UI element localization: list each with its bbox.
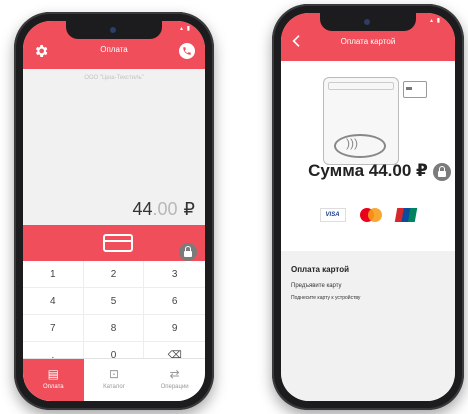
status-icons: ▴ ▮ xyxy=(180,26,191,32)
amount-decimal: .00 xyxy=(152,199,178,219)
currency-symbol: ₽ xyxy=(183,199,195,219)
phone-right: ▴ ▮ Оплата картой ))) Сумма 44.00 ₽ VISA… xyxy=(272,4,464,410)
key-6[interactable]: 6 xyxy=(144,288,205,315)
key-7[interactable]: 7 xyxy=(23,315,84,342)
lock-icon xyxy=(179,243,197,261)
amount-integer: 44 xyxy=(132,199,153,219)
bottom-tab-bar: ▤ Оплата ⊡ Каталог ⇄ Операции xyxy=(23,358,205,401)
payment-content: ))) Сумма 44.00 ₽ VISA xyxy=(281,61,455,251)
key-1[interactable]: 1 xyxy=(23,261,84,288)
tab-operations[interactable]: ⇄ Операции xyxy=(144,359,205,401)
notch xyxy=(66,21,162,39)
mastercard-logo xyxy=(360,207,382,222)
key-8[interactable]: 8 xyxy=(83,315,145,342)
right-screen: ▴ ▮ Оплата картой ))) Сумма 44.00 ₽ VISA… xyxy=(281,13,455,401)
card-payment-button[interactable] xyxy=(23,225,205,261)
payment-sum: Сумма 44.00 ₽ xyxy=(308,161,428,180)
contactless-pad xyxy=(334,134,386,158)
tab-label: Каталог xyxy=(103,384,125,390)
tab-payment[interactable]: ▤ Оплата xyxy=(23,359,84,401)
page-title: Оплата картой xyxy=(340,37,396,46)
card-icon xyxy=(103,234,133,252)
tab-label: Оплата xyxy=(43,384,64,390)
left-screen: ▴ ▮ Оплата ООО "Цеш-Текстиль" 44.00 ₽ 1 2… xyxy=(23,21,205,401)
card-icon xyxy=(403,81,427,98)
payment-systems-logos: VISA xyxy=(281,206,455,222)
notch xyxy=(320,13,416,31)
visa-logo: VISA xyxy=(319,207,346,222)
key-3[interactable]: 3 xyxy=(144,261,205,288)
camera xyxy=(110,27,116,33)
tab-catalog[interactable]: ⊡ Каталог xyxy=(84,359,145,401)
info-panel: Оплата картой Предъявите карту Поднесите… xyxy=(281,251,455,401)
phone-left: ▴ ▮ Оплата ООО "Цеш-Текстиль" 44.00 ₽ 1 2… xyxy=(14,12,214,410)
key-5[interactable]: 5 xyxy=(83,288,145,315)
info-line-1: Предъявите карту xyxy=(291,283,342,289)
status-icons: ▴ ▮ xyxy=(430,18,441,24)
lock-icon xyxy=(433,163,451,181)
unionpay-logo xyxy=(395,207,418,222)
transfer-icon: ⇄ xyxy=(169,367,180,381)
bag-icon: ⊡ xyxy=(108,367,120,381)
key-2[interactable]: 2 xyxy=(83,261,145,288)
camera xyxy=(364,19,370,25)
info-line-2: Поднесите карту к устройству xyxy=(291,295,361,301)
merchant-name: ООО "Цеш-Текстиль" xyxy=(84,75,144,81)
terminal-illustration: ))) xyxy=(323,77,399,165)
key-4[interactable]: 4 xyxy=(23,288,84,315)
info-heading: Оплата картой xyxy=(291,265,350,274)
contactless-icon: ))) xyxy=(346,136,358,150)
amount-display: 44.00 ₽ xyxy=(132,199,195,220)
numeric-keypad: 1 2 3 4 5 6 7 8 9 . 0 ⌫ xyxy=(23,261,205,369)
page-title: Оплата xyxy=(100,45,128,54)
tab-label: Операции xyxy=(160,384,189,390)
phone-icon[interactable] xyxy=(179,43,195,59)
receipt-icon: ▤ xyxy=(47,367,59,381)
key-9[interactable]: 9 xyxy=(144,315,205,342)
